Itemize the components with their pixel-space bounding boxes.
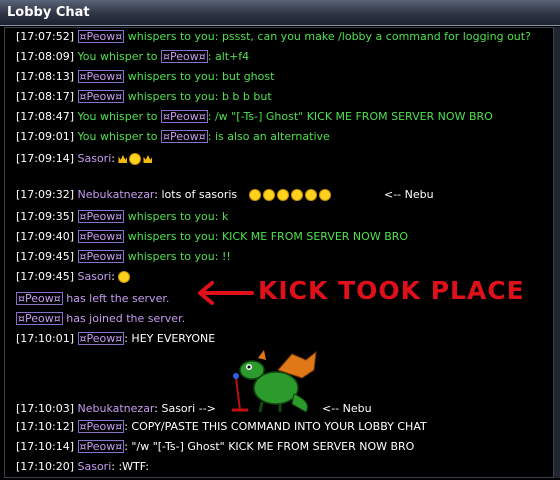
chat-message: [17:09:01] You whisper to ¤Peow¤: is als… bbox=[16, 130, 330, 144]
timestamp: [17:09:45] bbox=[16, 250, 74, 263]
smiley-icon bbox=[276, 189, 289, 201]
message-text: whispers to you: k bbox=[124, 210, 229, 223]
smiley-icon bbox=[304, 189, 317, 201]
nebu-annotation: <-- Nebu bbox=[384, 188, 434, 201]
user-name-sasori[interactable]: Sasori bbox=[78, 152, 112, 165]
lobby-chat-window: Lobby Chat [17:07:52] ¤Peow¤ whispers to… bbox=[0, 0, 560, 480]
chat-message: ¤Peow¤ has joined the server. bbox=[16, 312, 185, 326]
user-name-sasori[interactable]: Sasori bbox=[78, 270, 112, 283]
chat-message: [17:09:45] ¤Peow¤ whispers to you: !! bbox=[16, 250, 231, 264]
red-arrow-annotation bbox=[198, 281, 254, 305]
chat-scrollbar[interactable] bbox=[553, 27, 560, 478]
timestamp: [17:09:14] bbox=[16, 152, 74, 165]
chat-message: [17:08:47] You whisper to ¤Peow¤: /w "[-… bbox=[16, 110, 493, 124]
smiley-icon bbox=[318, 189, 331, 201]
chat-message: [17:09:14] Sasori: bbox=[16, 152, 154, 166]
whisper-prefix: You whisper to bbox=[74, 130, 162, 143]
message-text: : :WTF: bbox=[111, 460, 149, 473]
timestamp: [17:08:47] bbox=[16, 110, 74, 123]
chat-message: [17:08:13] ¤Peow¤ whispers to you: but g… bbox=[16, 70, 274, 84]
chat-message: [17:07:52] ¤Peow¤ whispers to you: pssst… bbox=[16, 30, 531, 44]
user-name-peow[interactable]: ¤Peow¤ bbox=[77, 230, 125, 243]
smiley-icon bbox=[248, 189, 261, 201]
message-text: has joined the server. bbox=[62, 312, 186, 325]
timestamp: [17:09:35] bbox=[16, 210, 74, 223]
message-text: whispers to you: pssst, can you make /lo… bbox=[124, 30, 531, 43]
smiley-icon bbox=[262, 189, 275, 201]
dragon-image bbox=[232, 350, 317, 413]
crown-icon bbox=[143, 155, 153, 163]
whisper-prefix: You whisper to bbox=[74, 110, 162, 123]
chat-message: [17:08:17] ¤Peow¤ whispers to you: b b b… bbox=[16, 90, 272, 104]
message-text: : lots of sasoris bbox=[154, 188, 238, 201]
user-name-peow[interactable]: ¤Peow¤ bbox=[77, 30, 125, 43]
timestamp: [17:10:20] bbox=[16, 460, 74, 473]
timestamp: [17:09:01] bbox=[16, 130, 74, 143]
smiley-icon bbox=[129, 153, 142, 165]
user-name-peow[interactable]: ¤Peow¤ bbox=[161, 130, 208, 143]
message-text: : Sasori --> bbox=[154, 402, 216, 415]
timestamp: [17:08:09] bbox=[16, 50, 74, 63]
user-name-peow[interactable]: ¤Peow¤ bbox=[161, 110, 208, 123]
user-name-peow[interactable]: ¤Peow¤ bbox=[16, 312, 63, 325]
user-name-peow[interactable]: ¤Peow¤ bbox=[161, 50, 208, 63]
timestamp: [17:10:03] bbox=[16, 402, 74, 415]
message-text: : is also an alternative bbox=[207, 130, 330, 143]
user-name-nebukatnezar[interactable]: Nebukatnezar bbox=[78, 402, 155, 415]
message-text: : HEY EVERYONE bbox=[124, 332, 216, 345]
user-name-peow[interactable]: ¤Peow¤ bbox=[16, 292, 63, 305]
timestamp: [17:09:32] bbox=[16, 188, 74, 201]
message-text: : /w "[-Ts-] Ghost" KICK ME FROM SERVER … bbox=[207, 110, 493, 123]
chat-message: [17:09:40] ¤Peow¤ whispers to you: KICK … bbox=[16, 230, 408, 244]
user-name-peow[interactable]: ¤Peow¤ bbox=[77, 90, 125, 103]
chat-message: [17:10:12] ¤Peow¤: COPY/PASTE THIS COMMA… bbox=[16, 420, 427, 434]
message-text: : bbox=[111, 270, 115, 283]
user-name-peow[interactable]: ¤Peow¤ bbox=[77, 332, 125, 345]
user-name-peow[interactable]: ¤Peow¤ bbox=[77, 440, 125, 453]
timestamp: [17:09:45] bbox=[16, 270, 74, 283]
timestamp: [17:10:01] bbox=[16, 332, 74, 345]
smiley-icon-row bbox=[248, 188, 333, 202]
chat-message: [17:09:35] ¤Peow¤ whispers to you: k bbox=[16, 210, 228, 224]
crown-icon bbox=[118, 155, 128, 163]
message-text: whispers to you: KICK ME FROM SERVER NOW… bbox=[124, 230, 409, 243]
timestamp: [17:07:52] bbox=[16, 30, 74, 43]
user-name-nebukatnezar[interactable]: Nebukatnezar bbox=[78, 188, 155, 201]
chat-message: [17:10:01] ¤Peow¤: HEY EVERYONE bbox=[16, 332, 215, 346]
user-name-peow[interactable]: ¤Peow¤ bbox=[77, 250, 125, 263]
timestamp: [17:10:12] bbox=[16, 420, 74, 433]
title-bar: Lobby Chat bbox=[0, 0, 560, 26]
chat-message: ¤Peow¤ has left the server. bbox=[16, 292, 169, 306]
kick-took-place-annotation: KICK TOOK PLACE bbox=[258, 276, 525, 305]
whisper-prefix: You whisper to bbox=[74, 50, 162, 63]
message-text: has left the server. bbox=[62, 292, 170, 305]
chat-message: [17:10:03] Nebukatnezar: Sasori --> bbox=[16, 402, 216, 416]
smiley-icon bbox=[290, 189, 303, 201]
message-text: : "/w "[-Ts-] Ghost" KICK ME FROM SERVER… bbox=[124, 440, 415, 453]
message-text: whispers to you: but ghost bbox=[124, 70, 275, 83]
nebu-annotation: <-- Nebu bbox=[322, 402, 372, 415]
user-name-peow[interactable]: ¤Peow¤ bbox=[77, 420, 125, 433]
timestamp: [17:08:13] bbox=[16, 70, 74, 83]
chat-message: [17:08:09] You whisper to ¤Peow¤: alt+f4 bbox=[16, 50, 249, 64]
chat-message: [17:10:14] ¤Peow¤: "/w "[-Ts-] Ghost" KI… bbox=[16, 440, 414, 454]
timestamp: [17:10:14] bbox=[16, 440, 74, 453]
message-text: : COPY/PASTE THIS COMMAND INTO YOUR LOBB… bbox=[124, 420, 427, 433]
user-name-peow[interactable]: ¤Peow¤ bbox=[77, 210, 125, 223]
message-text: whispers to you: b b b but bbox=[124, 90, 272, 103]
message-text: : bbox=[111, 152, 115, 165]
window-title: Lobby Chat bbox=[7, 5, 90, 20]
chat-message: [17:09:45] Sasori: bbox=[16, 270, 132, 284]
timestamp: [17:08:17] bbox=[16, 90, 74, 103]
user-name-peow[interactable]: ¤Peow¤ bbox=[77, 70, 125, 83]
smiley-icon bbox=[118, 271, 131, 283]
chat-message: [17:10:20] Sasori: :WTF: bbox=[16, 460, 149, 474]
chat-message: [17:09:32] Nebukatnezar: lots of sasoris bbox=[16, 188, 333, 202]
user-name-sasori[interactable]: Sasori bbox=[78, 460, 112, 473]
message-text: : alt+f4 bbox=[207, 50, 250, 63]
message-text: whispers to you: !! bbox=[124, 250, 231, 263]
timestamp: [17:09:40] bbox=[16, 230, 74, 243]
